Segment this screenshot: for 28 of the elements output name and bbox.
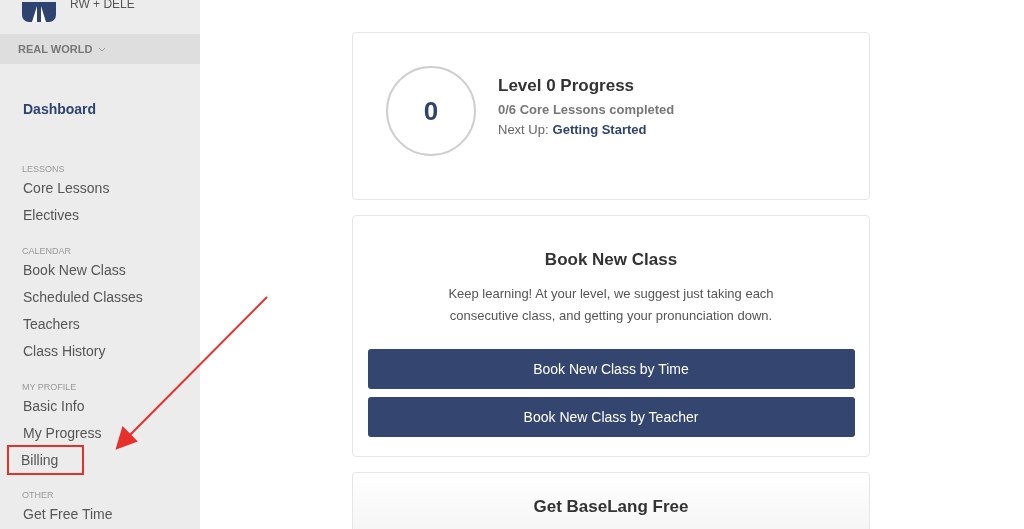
- sidebar-item[interactable]: My Progress: [22, 420, 103, 447]
- caret-icon: [98, 46, 107, 52]
- sidebar-item[interactable]: Core Lessons: [22, 175, 111, 202]
- sidebar-item[interactable]: Scheduled Classes: [22, 284, 144, 311]
- card-description: Keep learning! At your level, we suggest just taking each consecutive class, and getting your pronunciation down.: [447, 285, 775, 325]
- brand-name: RW + DELE: [70, 0, 135, 10]
- lessons-completed: 0/6 Core Lessons completed: [498, 101, 675, 117]
- section-heading: CALENDAR: [22, 245, 71, 257]
- sidebar-item[interactable]: Book New Class: [22, 257, 127, 284]
- logo-icon: [22, 2, 56, 22]
- section-heading: OTHER: [22, 489, 54, 501]
- sidebar-item[interactable]: Dashboard: [22, 96, 98, 123]
- level-badge: 0: [386, 66, 476, 156]
- card-title: Book New Class: [544, 250, 678, 270]
- next-up-label: Next Up:: [498, 121, 549, 137]
- sidebar-item[interactable]: Teachers: [22, 311, 81, 338]
- card-title: Get BaseLang Free: [533, 497, 689, 518]
- book-button[interactable]: Book New Class by Teacher: [367, 397, 855, 437]
- section-heading: MY PROFILE: [22, 381, 77, 393]
- sidebar-item[interactable]: Electives: [22, 202, 81, 229]
- progress-title: Level 0 Progress: [498, 75, 636, 96]
- sidebar-item[interactable]: Get Free Time: [22, 501, 114, 528]
- section-heading: LESSONS: [22, 163, 65, 175]
- book-button[interactable]: Book New Class by Time: [367, 349, 855, 389]
- sidebar-item[interactable]: Billing: [9, 447, 83, 473]
- next-lesson-link[interactable]: Getting Started: [552, 121, 647, 137]
- sidebar-item[interactable]: Basic Info: [22, 393, 86, 420]
- sidebar-item[interactable]: Class History: [22, 338, 107, 365]
